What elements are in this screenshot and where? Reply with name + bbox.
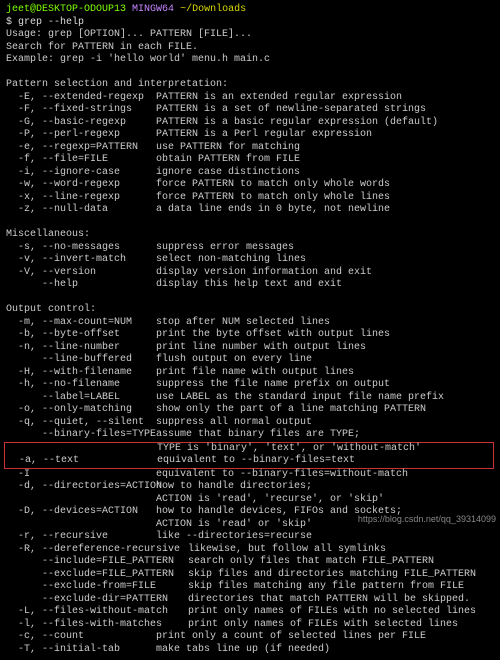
opt-P: -P, --perl-regexpPATTERN is a Perl regul…	[6, 129, 494, 142]
opt-b: -b, --byte-offsetprint the byte offset w…	[6, 329, 494, 342]
opt-f: -f, --file=FILEobtain PATTERN from FILE	[6, 154, 494, 167]
opt-s: -s, --no-messagessuppress error messages	[6, 242, 494, 255]
opt-label: --label=LABELuse LABEL as the standard i…	[6, 392, 494, 405]
opt-q: -q, --quiet, --silentsuppress all normal…	[6, 417, 494, 430]
prompt-env: MINGW64	[132, 4, 174, 15]
opt-r: -r, --recursivelike --directories=recurs…	[6, 531, 494, 544]
opt-i: -i, --ignore-caseignore case distinction…	[6, 167, 494, 180]
opt-w: -w, --word-regexpforce PATTERN to match …	[6, 179, 494, 192]
opt-n: -n, --line-numberprint line number with …	[6, 342, 494, 355]
opt-exclude: --exclude=FILE_PATTERN skip files and di…	[6, 569, 494, 582]
highlight-annotation: TYPE is 'binary', 'text', or 'without-ma…	[4, 442, 494, 469]
opt-E: -E, --extended-regexpPATTERN is an exten…	[6, 92, 494, 105]
opt-L: -L, --files-without-match print only nam…	[6, 606, 494, 619]
opt-include: --include=FILE_PATTERN search only files…	[6, 556, 494, 569]
prompt-user: jeet@DESKTOP-ODOUP13	[6, 4, 126, 15]
opt-H: -H, --with-filenameprint file name with …	[6, 367, 494, 380]
opt-T: -T, --initial-tabmake tabs line up (if n…	[6, 644, 494, 657]
opt-R: -R, --dereference-recursive likewise, bu…	[6, 544, 494, 557]
opt-e: -e, --regexp=PATTERNuse PATTERN for matc…	[6, 142, 494, 155]
opt-a-text: -a, --textequivalent to --binary-files=t…	[7, 455, 493, 468]
search-line: Search for PATTERN in each FILE.	[6, 42, 494, 55]
opt-line-buffered: --line-bufferedflush output on every lin…	[6, 354, 494, 367]
opt-G: -G, --basic-regexpPATTERN is a basic reg…	[6, 117, 494, 130]
opt-o: -o, --only-matchingshow only the part of…	[6, 404, 494, 417]
command-line: $ grep --help	[6, 17, 494, 30]
section-pattern: Pattern selection and interpretation:	[6, 79, 494, 92]
opt-d: -d, --directories=ACTIONhow to handle di…	[6, 481, 494, 494]
opt-help: --helpdisplay this help text and exit	[6, 279, 494, 292]
opt-d-cont: ACTION is 'read', 'recurse', or 'skip'	[6, 494, 494, 507]
usage-line: Usage: grep [OPTION]... PATTERN [FILE]..…	[6, 29, 494, 42]
opt-x: -x, --line-regexpforce PATTERN to match …	[6, 192, 494, 205]
opt-m: -m, --max-count=NUMstop after NUM select…	[6, 317, 494, 330]
opt-h: -h, --no-filenamesuppress the file name …	[6, 379, 494, 392]
opt-z: -z, --null-dataa data line ends in 0 byt…	[6, 204, 494, 217]
terminal-output: jeet@DESKTOP-ODOUP13 MINGW64 ~/Downloads…	[6, 4, 494, 656]
prompt-line: jeet@DESKTOP-ODOUP13 MINGW64 ~/Downloads	[6, 4, 494, 17]
opt-l: -l, --files-with-matches print only name…	[6, 619, 494, 632]
opt-binary-files-cont: TYPE is 'binary', 'text', or 'without-ma…	[7, 443, 493, 456]
opt-V: -V, --versiondisplay version information…	[6, 267, 494, 280]
opt-I: -Iequivalent to --binary-files=without-m…	[6, 469, 494, 482]
opt-v: -v, --invert-matchselect non-matching li…	[6, 254, 494, 267]
section-misc: Miscellaneous:	[6, 229, 494, 242]
opt-exclude-dir: --exclude-dir=PATTERN directories that m…	[6, 594, 494, 607]
opt-binary-files: --binary-files=TYPEassume that binary fi…	[6, 429, 494, 442]
watermark-text: https://blog.csdn.net/qq_39314099	[358, 514, 496, 525]
example-line: Example: grep -i 'hello world' menu.h ma…	[6, 54, 494, 67]
opt-c: -c, --countprint only a count of selecte…	[6, 631, 494, 644]
prompt-path: ~/Downloads	[180, 4, 246, 15]
opt-exclude-from: --exclude-from=FILE skip files matching …	[6, 581, 494, 594]
section-output: Output control:	[6, 304, 494, 317]
opt-F: -F, --fixed-stringsPATTERN is a set of n…	[6, 104, 494, 117]
